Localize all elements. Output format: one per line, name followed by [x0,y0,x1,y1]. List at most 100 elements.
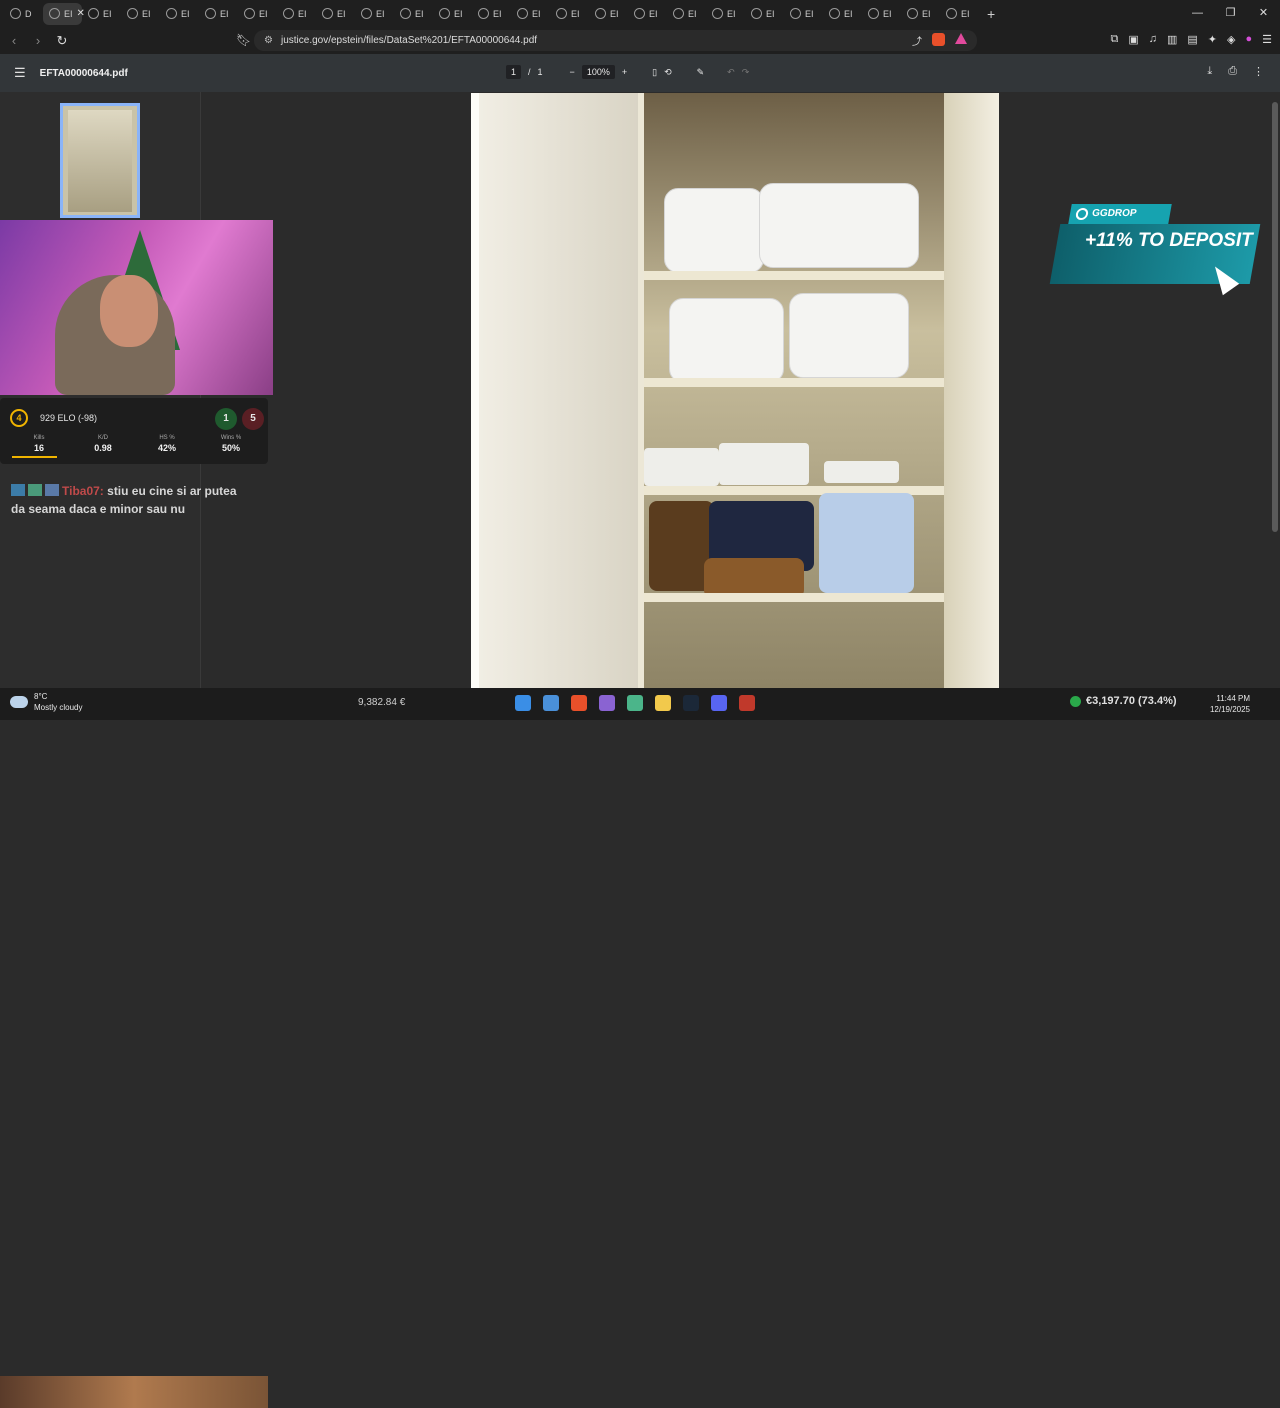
sidebar-icon[interactable]: ▥ [1167,33,1177,46]
menu-icon[interactable]: ☰ [1262,33,1272,46]
extension-icon[interactable]: ▣ [1128,33,1138,46]
page-total: 1 [537,67,543,77]
page-thumbnail[interactable] [60,103,140,218]
page-number-input[interactable]: 1 [506,65,522,79]
download-icon[interactable]: ⤓ [1207,65,1212,78]
annotate-icon[interactable]: ✎ [697,67,705,78]
browser-tab[interactable]: EI [472,3,511,25]
wallet-icon[interactable]: ▤ [1187,33,1197,46]
browser-tab[interactable]: EI [901,3,940,25]
zoom-in-icon[interactable]: + [622,67,627,77]
zoom-level[interactable]: 100% [581,65,615,79]
tab-favicon-icon [790,8,801,19]
browser-tab[interactable]: EI ✕ [43,2,85,25]
ad-promo: +11% TO DEPOSIT [1085,230,1253,251]
browser-tab[interactable]: EI [862,3,901,25]
kills-underline [12,456,57,458]
browser-tab[interactable]: EI [394,3,433,25]
start-icon[interactable] [515,695,531,711]
profile-icon[interactable]: ● [1245,33,1252,46]
browser-tab[interactable]: EI [823,3,862,25]
browser-tab[interactable]: EI [940,3,979,25]
rotate-icon[interactable]: ⟲ [664,67,672,78]
copilot-icon[interactable] [599,695,615,711]
redo-icon[interactable]: ↷ [742,67,750,78]
restore-button[interactable]: ❐ [1214,0,1247,27]
chat-message: Tiba07: stiu eu cine si ar putea da seam… [11,482,251,518]
wins-badge: 1 [215,408,237,430]
pdf-menu-icon[interactable]: ☰ [14,65,26,81]
browser-tab[interactable]: D [4,3,43,25]
chat-badge-icon [28,484,42,496]
browser-tab[interactable]: EI [667,3,706,25]
brave-shields-icon[interactable] [932,33,945,46]
weather-condition: Mostly cloudy [34,703,83,712]
browser-tab[interactable]: EI [511,3,550,25]
browser-tab[interactable]: EI [82,3,121,25]
browser-tab[interactable]: EI [628,3,667,25]
clock[interactable]: 11:44 PM 12/19/2025 [1210,693,1250,715]
forward-button[interactable]: › [28,33,48,48]
new-tab-button[interactable]: + [987,6,995,22]
viewer-scrollbar[interactable] [1270,92,1280,688]
tab-label: EI [181,8,190,19]
browser-tab[interactable]: EI [355,3,394,25]
stat-wins: Wins % 50% [220,435,242,453]
fit-page-icon[interactable]: ▯ [652,67,657,78]
browser-tab[interactable]: EI [160,3,199,25]
streamer-webcam [0,220,273,395]
minimize-button[interactable]: — [1181,0,1214,27]
tab-favicon-icon [868,8,879,19]
task-view-icon[interactable] [543,695,559,711]
file-explorer-icon[interactable] [655,695,671,711]
browser-tab[interactable]: EI [316,3,355,25]
reload-button[interactable]: ↻ [52,33,72,49]
leo-icon[interactable]: ✦ [1208,33,1217,46]
vpn-icon[interactable]: ◈ [1227,33,1235,46]
closet-wall [944,93,999,688]
browser-tab[interactable]: EI [121,3,160,25]
music-icon[interactable]: ♫ [1149,33,1157,46]
back-button[interactable]: ‹ [4,33,24,48]
browser-tab[interactable]: EI [199,3,238,25]
tab-favicon-icon [946,8,957,19]
discord-icon[interactable] [711,695,727,711]
browser-tab[interactable]: EI [238,3,277,25]
weather-widget[interactable]: 8°C Mostly cloudy [10,691,82,713]
share-icon[interactable]: ⤴ [912,33,922,48]
tab-favicon-icon [244,8,255,19]
tab-favicon-icon [127,8,138,19]
app-icon[interactable] [627,695,643,711]
address-bar[interactable]: ⚙ justice.gov/epstein/files/DataSet%201/… [254,30,977,51]
browser-tab[interactable]: EI [784,3,823,25]
bookmark-icon[interactable]: 🔖︎ [236,33,251,47]
close-window-button[interactable]: ✕ [1247,0,1280,27]
steam-icon[interactable] [683,695,699,711]
tab-label: EI [883,8,892,19]
browser-tab[interactable]: EI [589,3,628,25]
clock-time: 11:44 PM [1216,694,1250,703]
browser-tab[interactable]: EI [706,3,745,25]
losses-badge: 5 [242,408,264,430]
tab-favicon-icon [673,8,684,19]
browser-tab[interactable]: EI [550,3,589,25]
print-icon[interactable]: ⎙ [1228,65,1237,78]
brave-rewards-icon[interactable] [955,33,967,44]
zoom-out-icon[interactable]: − [570,67,575,77]
tab-favicon-icon [556,8,567,19]
browser-tab[interactable]: EI [745,3,784,25]
site-settings-icon[interactable]: ⚙ [264,35,273,46]
extension-icon[interactable]: ⧉ [1110,33,1118,46]
browser-tab[interactable]: EI [277,3,316,25]
tab-favicon-icon [166,8,177,19]
closet-door [479,93,644,688]
brave-icon[interactable] [571,695,587,711]
chat-badge-icon [45,484,59,496]
faceit-icon[interactable] [739,695,755,711]
tab-label: EI [961,8,970,19]
browser-tab[interactable]: EI [433,3,472,25]
pdf-actions: ⤓ ⎙ ⋮ [1207,65,1264,78]
closet-interior [644,93,944,688]
more-options-icon[interactable]: ⋮ [1253,65,1264,78]
undo-icon[interactable]: ↶ [727,67,735,78]
